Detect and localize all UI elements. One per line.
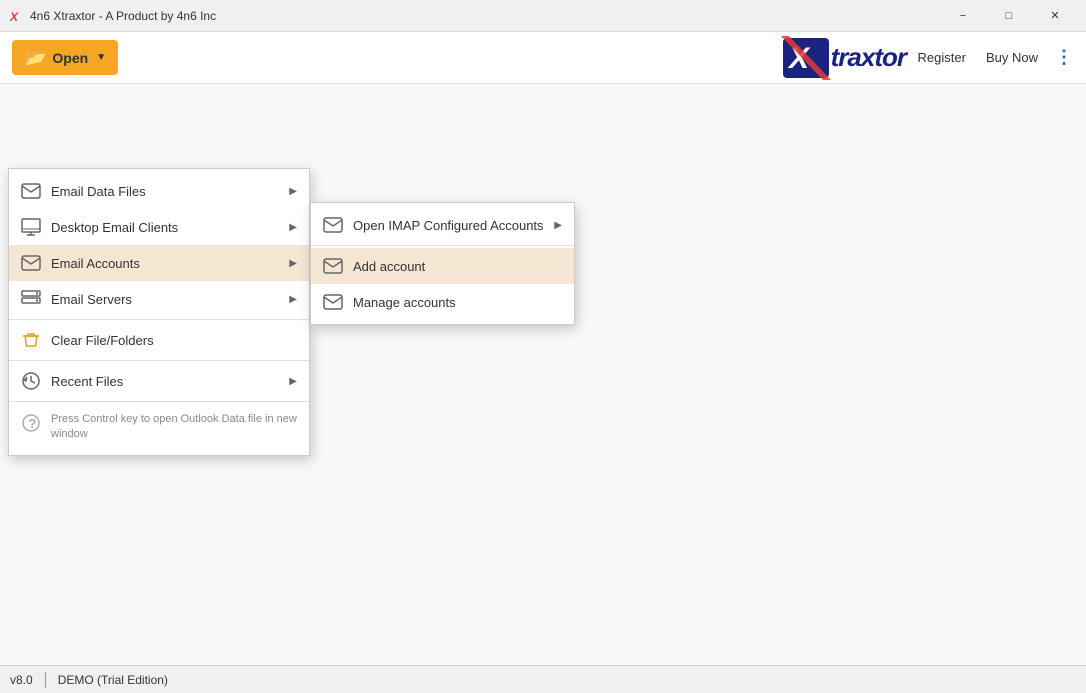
email-accounts-submenu: Open IMAP Configured Accounts ▶ Add acco… bbox=[310, 202, 575, 325]
folder-icon: 📂 bbox=[24, 47, 46, 68]
toolbar: 📂 Open ▼ X traxtor Register Buy Now ⋮ bbox=[0, 32, 1086, 84]
buy-now-link[interactable]: Buy Now bbox=[978, 46, 1046, 69]
submenu-item-manage-accounts[interactable]: Manage accounts bbox=[311, 284, 574, 320]
app-icon: X bbox=[8, 8, 24, 24]
status-bar: v8.0 DEMO (Trial Edition) bbox=[0, 665, 1086, 693]
help-icon: ? bbox=[21, 412, 41, 432]
submenu-arrow-icon: ▶ bbox=[554, 220, 562, 231]
menu-item-desktop-email-clients[interactable]: Desktop Email Clients ▶ bbox=[9, 209, 309, 245]
submenu-arrow-icon: ▶ bbox=[289, 376, 297, 387]
register-link[interactable]: Register bbox=[910, 46, 974, 69]
menu-hint-item: ? Press Control key to open Outlook Data… bbox=[9, 404, 309, 451]
window-title: 4n6 Xtraxtor - A Product by 4n6 Inc bbox=[30, 9, 940, 23]
window-controls: − □ ✕ bbox=[940, 0, 1078, 32]
more-options-button[interactable]: ⋮ bbox=[1050, 44, 1078, 72]
submenu-item-manage-accounts-label: Manage accounts bbox=[353, 295, 562, 310]
svg-text:X: X bbox=[9, 10, 19, 24]
menu-item-clear-files-label: Clear File/Folders bbox=[51, 333, 297, 348]
menu-item-email-servers[interactable]: Email Servers ▶ bbox=[9, 281, 309, 317]
submenu-item-open-imap-label: Open IMAP Configured Accounts bbox=[353, 218, 544, 233]
menu-divider-3 bbox=[9, 401, 309, 402]
email-servers-icon bbox=[21, 289, 41, 309]
status-text: DEMO (Trial Edition) bbox=[58, 673, 168, 687]
desktop-email-clients-icon bbox=[21, 217, 41, 237]
manage-accounts-icon bbox=[323, 292, 343, 312]
menu-item-email-data-files-label: Email Data Files bbox=[51, 184, 279, 199]
dropdown-arrow-icon: ▼ bbox=[96, 52, 106, 63]
version-label: v8.0 bbox=[10, 673, 33, 687]
menu-item-email-accounts-label: Email Accounts bbox=[51, 256, 279, 271]
menu-item-email-servers-label: Email Servers bbox=[51, 292, 279, 307]
title-bar: X 4n6 Xtraxtor - A Product by 4n6 Inc − … bbox=[0, 0, 1086, 32]
menu-divider bbox=[9, 319, 309, 320]
submenu-item-open-imap[interactable]: Open IMAP Configured Accounts ▶ bbox=[311, 207, 574, 243]
submenu-divider bbox=[311, 245, 574, 246]
imap-icon bbox=[323, 215, 343, 235]
menu-item-recent-files[interactable]: Recent Files ▶ bbox=[9, 363, 309, 399]
menu-divider-2 bbox=[9, 360, 309, 361]
logo-x-icon: X bbox=[781, 36, 831, 80]
submenu-arrow-icon: ▶ bbox=[289, 258, 297, 269]
submenu-arrow-icon: ▶ bbox=[289, 294, 297, 305]
open-button-label: Open bbox=[52, 50, 88, 66]
menu-item-clear-files-folders[interactable]: Clear File/Folders bbox=[9, 322, 309, 358]
menu-item-email-data-files[interactable]: Email Data Files ▶ bbox=[9, 173, 309, 209]
restore-button[interactable]: □ bbox=[986, 0, 1032, 32]
app-logo: X traxtor bbox=[781, 36, 906, 80]
minimize-button[interactable]: − bbox=[940, 0, 986, 32]
close-button[interactable]: ✕ bbox=[1032, 0, 1078, 32]
clear-files-icon bbox=[21, 330, 41, 350]
email-data-files-icon bbox=[21, 181, 41, 201]
open-button[interactable]: 📂 Open ▼ bbox=[12, 40, 118, 75]
add-account-icon bbox=[323, 256, 343, 276]
toolbar-actions: Register Buy Now ⋮ bbox=[910, 44, 1078, 72]
menu-hint-text: Press Control key to open Outlook Data f… bbox=[51, 412, 297, 443]
main-content: Email Data Files ▶ Desktop Email Clients… bbox=[0, 84, 1086, 665]
logo-text: traxtor bbox=[831, 42, 906, 73]
submenu-arrow-icon: ▶ bbox=[289, 186, 297, 197]
menu-item-desktop-email-clients-label: Desktop Email Clients bbox=[51, 220, 279, 235]
svg-text:?: ? bbox=[29, 416, 37, 431]
menu-item-email-accounts[interactable]: Email Accounts ▶ bbox=[9, 245, 309, 281]
submenu-arrow-icon: ▶ bbox=[289, 222, 297, 233]
submenu-item-add-account[interactable]: Add account bbox=[311, 248, 574, 284]
open-dropdown-menu: Email Data Files ▶ Desktop Email Clients… bbox=[8, 168, 310, 456]
email-accounts-icon bbox=[21, 253, 41, 273]
recent-files-icon bbox=[21, 371, 41, 391]
menu-item-recent-files-label: Recent Files bbox=[51, 374, 279, 389]
submenu-item-add-account-label: Add account bbox=[353, 259, 562, 274]
status-divider bbox=[45, 672, 46, 688]
